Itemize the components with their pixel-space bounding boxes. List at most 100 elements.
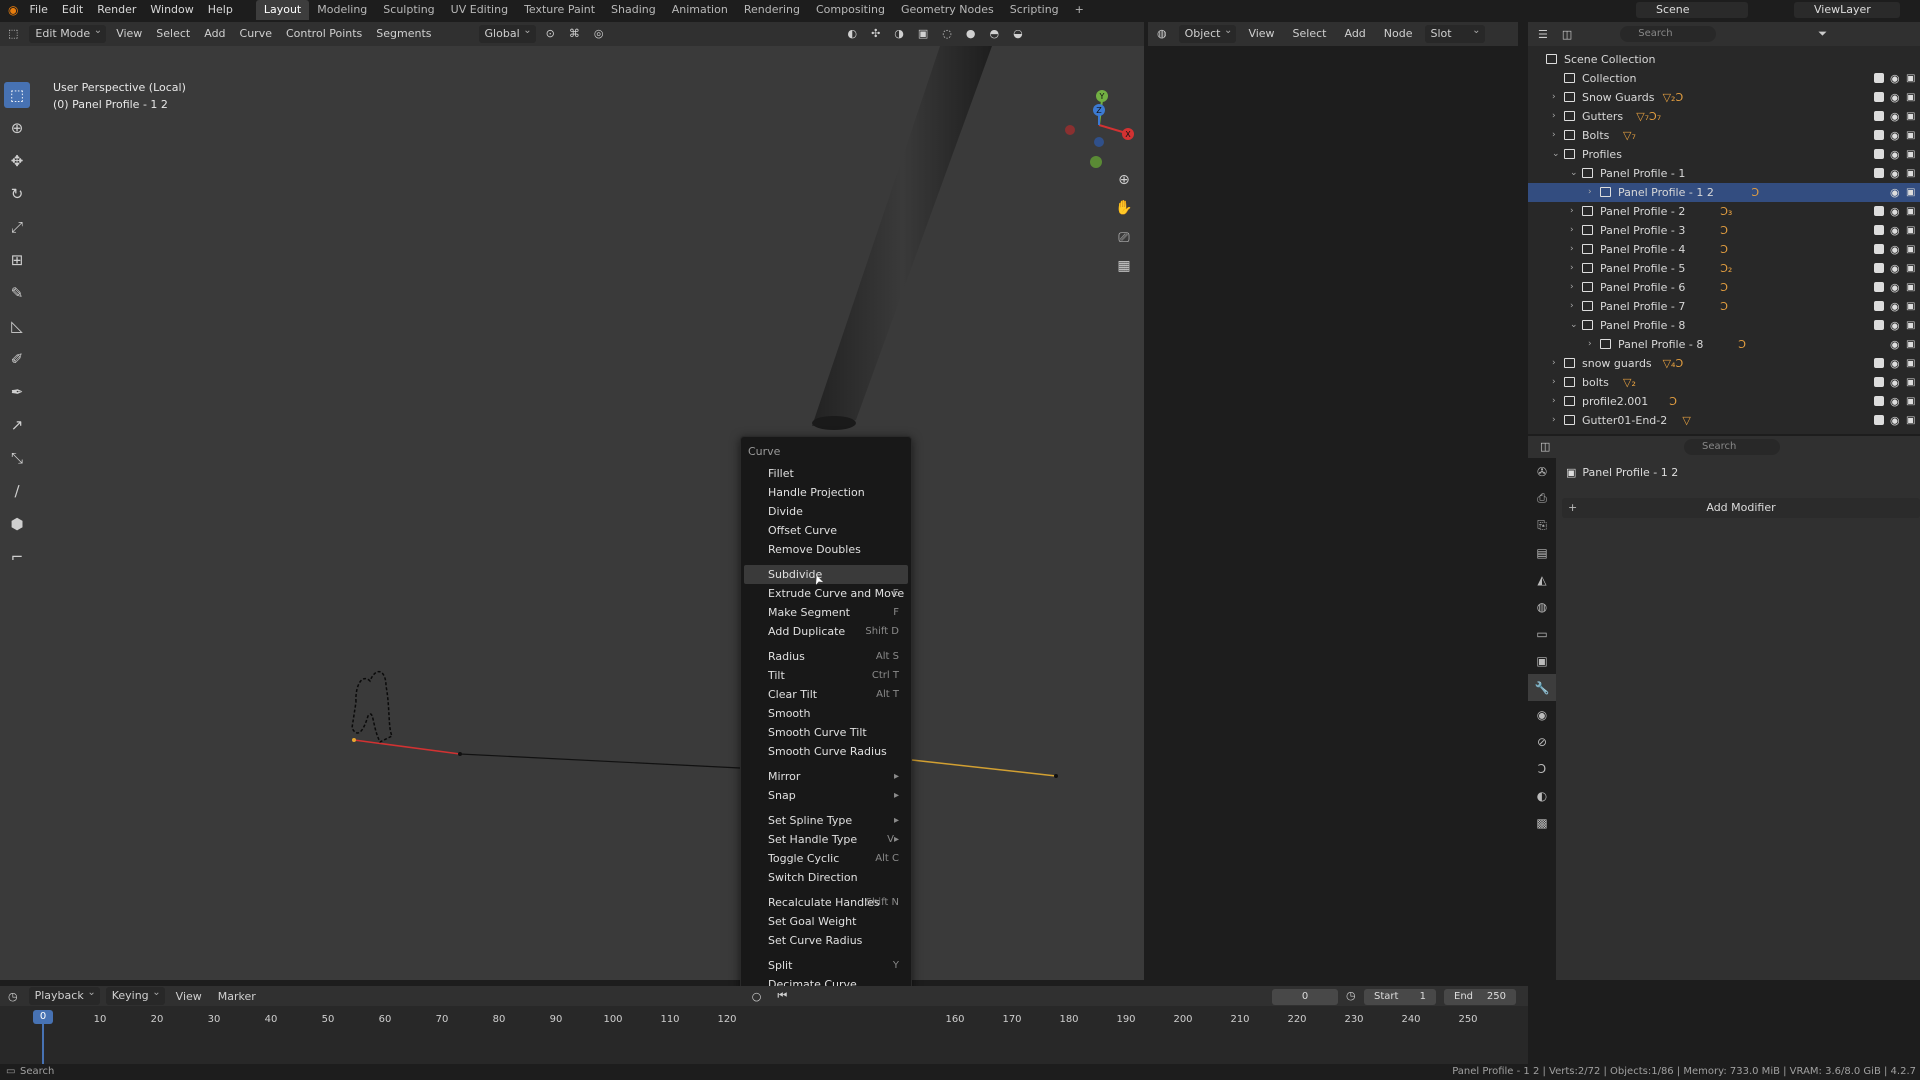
shear-icon[interactable]: ⌐ (4, 544, 30, 570)
menu-segments[interactable]: Segments (369, 22, 438, 46)
expand-arrow-icon[interactable]: › (1552, 88, 1556, 107)
viewport-scene[interactable] (0, 46, 1144, 980)
menu-item-add-duplicate[interactable]: Add Duplicate Shift D (741, 622, 911, 641)
render-camera-icon[interactable]: ▣ (1906, 278, 1915, 297)
render-camera-icon[interactable]: ▣ (1906, 297, 1915, 316)
visibility-eye-icon[interactable]: ◉ (1890, 145, 1900, 164)
expand-arrow-icon[interactable]: › (1570, 259, 1574, 278)
outliner-row[interactable]: › Bolts ▽₇ ◉ ▣ (1528, 126, 1920, 145)
playback-menu[interactable]: Playback (28, 984, 100, 1005)
menu-item-handle-projection[interactable]: Handle Projection (741, 483, 911, 502)
render-camera-icon[interactable]: ▣ (1906, 202, 1915, 221)
menu-item-switch-direction[interactable]: Switch Direction (741, 868, 911, 887)
object-selector[interactable]: Object (1178, 22, 1237, 43)
navigation-gizmo[interactable]: X Y Z (1054, 80, 1144, 170)
expand-arrow-icon[interactable]: › (1570, 297, 1574, 316)
visibility-eye-icon[interactable]: ◉ (1890, 278, 1900, 297)
curve-segment-active[interactable] (911, 759, 1057, 777)
proportional-edit-icon[interactable]: ◎ (587, 22, 611, 46)
exclude-checkbox[interactable] (1874, 168, 1884, 178)
constraint-tab-icon[interactable]: ⊘ (1528, 728, 1556, 755)
world-tab-icon[interactable]: ◍ (1528, 593, 1556, 620)
physics-tab-icon[interactable]: ◉ (1528, 701, 1556, 728)
visibility-eye-icon[interactable]: ◉ (1890, 297, 1900, 316)
render-tab-icon[interactable]: ⎙ (1528, 485, 1556, 512)
menu-control-points[interactable]: Control Points (279, 22, 369, 46)
exclude-checkbox[interactable] (1874, 415, 1884, 425)
tab-sculpting[interactable]: Sculpting (375, 0, 442, 20)
outliner-row[interactable]: › Panel Profile - 1 2 Ↄ ◉ ▣ (1528, 183, 1920, 202)
marker-menu[interactable]: Marker (210, 990, 264, 1003)
tab-scripting[interactable]: Scripting (1002, 0, 1067, 20)
render-camera-icon[interactable]: ▣ (1906, 69, 1915, 88)
radius-icon[interactable]: ⤡ (4, 445, 30, 471)
pivot-icon[interactable]: ⊙ (539, 22, 562, 46)
exclude-checkbox[interactable] (1874, 282, 1884, 292)
menu-item-set-handle-type[interactable]: Set Handle Type V▸ (741, 830, 911, 849)
menu-item-make-segment[interactable]: Make Segment F (741, 603, 911, 622)
render-camera-icon[interactable]: ▣ (1906, 221, 1915, 240)
camera-icon[interactable]: ⎚ (1112, 226, 1136, 250)
menu-render[interactable]: Render (90, 0, 143, 20)
outliner-row[interactable]: › Panel Profile - 3 Ↄ ◉ ▣ (1528, 221, 1920, 240)
tab-rendering[interactable]: Rendering (736, 0, 808, 20)
properties-search-field[interactable]: Search (1684, 439, 1780, 455)
visibility-eye-icon[interactable]: ◉ (1890, 259, 1900, 278)
extrude-icon[interactable]: ↗ (4, 412, 30, 438)
exclude-checkbox[interactable] (1874, 320, 1884, 330)
outliner-row[interactable]: › profile2.001 Ↄ ◉ ▣ (1528, 392, 1920, 411)
render-camera-icon[interactable]: ▣ (1906, 88, 1915, 107)
render-camera-icon[interactable]: ▣ (1906, 183, 1915, 202)
expand-arrow-icon[interactable]: ⌄ (1570, 164, 1578, 183)
outliner-row[interactable]: › Snow Guards ▽₂Ↄ ◉ ▣ (1528, 88, 1920, 107)
tab-layout[interactable]: Layout (255, 0, 310, 20)
zoom-icon[interactable]: ⊕ (1112, 168, 1136, 192)
outliner-row[interactable]: › Panel Profile - 4 Ↄ ◉ ▣ (1528, 240, 1920, 259)
outliner-row[interactable]: › Gutter01-End-2 ▽ ◉ ▣ (1528, 411, 1920, 430)
object-tab-icon[interactable]: ▣ (1528, 647, 1556, 674)
tab-shading[interactable]: Shading (603, 0, 664, 20)
visibility-eye-icon[interactable]: ◉ (1890, 202, 1900, 221)
menu-item-split[interactable]: Split Y (741, 956, 911, 975)
menu-item-smooth-curve-tilt[interactable]: Smooth Curve Tilt (741, 723, 911, 742)
outliner-row[interactable]: ⌄ Panel Profile - 8 ◉ ▣ (1528, 316, 1920, 335)
visibility-eye-icon[interactable]: ◉ (1890, 88, 1900, 107)
outliner-row[interactable]: › snow guards ▽₄Ↄ ◉ ▣ (1528, 354, 1920, 373)
record-icon[interactable]: ○ (744, 990, 770, 1003)
scene-tab-icon[interactable]: ◭ (1528, 566, 1556, 593)
scale-icon[interactable]: ⤢ (4, 214, 30, 240)
tab-geometry-nodes[interactable]: Geometry Nodes (893, 0, 1002, 20)
menu-item-mirror[interactable]: Mirror ▸ (741, 767, 911, 786)
outliner-row[interactable]: ⌄ Panel Profile - 1 ◉ ▣ (1528, 164, 1920, 183)
node-editor-type-icon[interactable]: ◍ (1148, 22, 1176, 46)
shader-node-editor[interactable] (1148, 46, 1518, 980)
exclude-checkbox[interactable] (1874, 377, 1884, 387)
pan-hand-icon[interactable]: ✋ (1112, 196, 1136, 220)
menu-item-toggle-cyclic[interactable]: Toggle Cyclic Alt C (741, 849, 911, 868)
menu-item-offset-curve[interactable]: Offset Curve (741, 521, 911, 540)
menu-curve[interactable]: Curve (233, 22, 279, 46)
shading-material-icon[interactable]: ◓ (983, 22, 1007, 46)
tab-uv-editing[interactable]: UV Editing (443, 0, 516, 20)
expand-arrow-icon[interactable]: ⌄ (1570, 316, 1578, 335)
rotate-icon[interactable]: ↻ (4, 181, 30, 207)
menu-item-remove-doubles[interactable]: Remove Doubles (741, 540, 911, 559)
visibility-eye-icon[interactable]: ◉ (1890, 411, 1900, 430)
visibility-eye-icon[interactable]: ◉ (1890, 335, 1900, 354)
modifier-tab-icon[interactable]: 🔧 (1528, 674, 1556, 701)
menu-file[interactable]: File (22, 0, 54, 20)
render-camera-icon[interactable]: ▣ (1906, 107, 1915, 126)
visibility-eye-icon[interactable]: ◉ (1890, 240, 1900, 259)
display-mode-icon[interactable]: ◫ (1562, 28, 1572, 41)
expand-arrow-icon[interactable]: ⌄ (1552, 145, 1560, 164)
outliner-row[interactable]: › Panel Profile - 8 Ↄ ◉ ▣ (1528, 335, 1920, 354)
visibility-eye-icon[interactable]: ◉ (1890, 373, 1900, 392)
randomize-icon[interactable]: ⬢ (4, 511, 30, 537)
end-frame-field[interactable]: End 250 (1444, 989, 1516, 1005)
exclude-checkbox[interactable] (1874, 301, 1884, 311)
outliner-row[interactable]: › Panel Profile - 5 Ↄ₂ ◉ ▣ (1528, 259, 1920, 278)
slot-selector[interactable]: Slot (1424, 22, 1485, 43)
menu-item-tilt[interactable]: Tilt Ctrl T (741, 666, 911, 685)
menu-view[interactable]: View (109, 22, 149, 46)
render-camera-icon[interactable]: ▣ (1906, 354, 1915, 373)
